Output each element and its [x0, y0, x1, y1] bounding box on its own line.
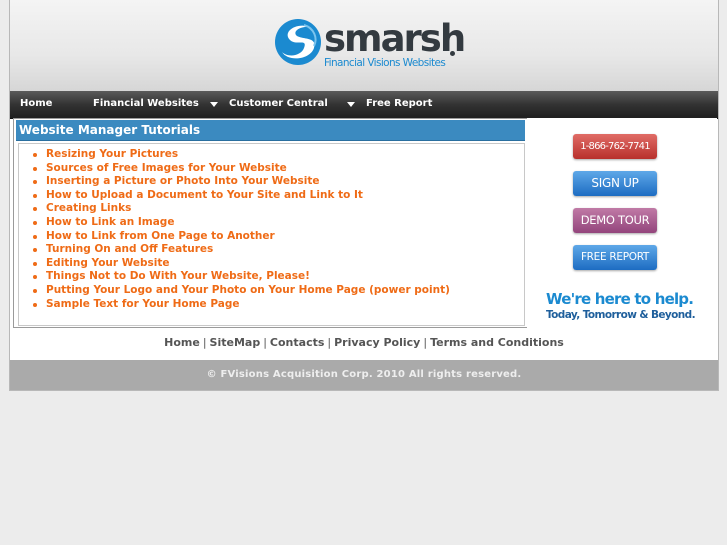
chevron-down-icon[interactable]: [347, 102, 355, 107]
free-report-button[interactable]: FREE REPORT: [573, 245, 657, 270]
tutorial-link[interactable]: Putting Your Logo and Your Photo on Your…: [33, 284, 450, 298]
nav-home[interactable]: Home: [20, 91, 52, 118]
bullet-icon: [33, 180, 37, 185]
help-headline: We're here to help.: [546, 290, 694, 308]
tutorials-list-box: Resizing Your Pictures Sources of Free I…: [18, 143, 525, 326]
separator: |: [263, 336, 267, 349]
page-frame: smarsh Financial Visions Websites Home F…: [9, 0, 719, 391]
sidebar: 1-866-762-7741 SIGN UP DEMO TOUR FREE RE…: [527, 118, 717, 333]
tutorial-link[interactable]: Inserting a Picture or Photo Into Your W…: [33, 175, 450, 189]
bullet-icon: [33, 288, 37, 293]
sign-up-button[interactable]: SIGN UP: [573, 171, 657, 196]
bullet-icon: [33, 166, 37, 171]
tutorial-link[interactable]: Editing Your Website: [33, 257, 450, 271]
chevron-down-icon[interactable]: [210, 102, 218, 107]
bullet-icon: [33, 248, 37, 253]
bullet-icon: [33, 220, 37, 225]
help-subline: Today, Tomorrow & Beyond.: [546, 309, 696, 321]
bullet-icon: [33, 275, 37, 280]
tutorials-panel: Website Manager Tutorials Resizing Your …: [13, 118, 528, 328]
separator: |: [202, 336, 207, 349]
tutorial-link[interactable]: Sample Text for Your Home Page: [33, 298, 450, 312]
tutorial-link[interactable]: How to Link an Image: [33, 216, 450, 230]
footer-link-privacy[interactable]: Privacy Policy: [334, 336, 420, 349]
tutorial-link[interactable]: How to Link from One Page to Another: [33, 230, 450, 244]
header: smarsh Financial Visions Websites: [10, 0, 718, 91]
nav-customer-central[interactable]: Customer Central: [229, 91, 328, 118]
tutorial-link[interactable]: Sources of Free Images for Your Website: [33, 162, 450, 176]
smarsh-logo[interactable]: smarsh Financial Visions Websites: [274, 16, 466, 74]
footer-link-sitemap[interactable]: SiteMap: [210, 336, 261, 349]
demo-tour-button[interactable]: DEMO TOUR: [573, 208, 657, 233]
footer-link-contacts[interactable]: Contacts: [270, 336, 324, 349]
bullet-icon: [33, 234, 37, 239]
footer-link-home[interactable]: Home: [164, 336, 200, 349]
phone-number-button[interactable]: 1-866-762-7741: [573, 134, 657, 159]
footer-links: Home | SiteMap | Contacts | Privacy Policy | Ter…: [10, 336, 718, 349]
nav-free-report[interactable]: Free Report: [366, 91, 432, 118]
separator: |: [423, 336, 428, 349]
panel-title: Website Manager Tutorials: [16, 120, 525, 141]
tutorial-link[interactable]: Things Not to Do With Your Website, Plea…: [33, 270, 450, 284]
bullet-icon: [33, 207, 37, 212]
brand-name: smarsh: [324, 17, 466, 60]
main-nav: Home Financial Websites Customer Central…: [10, 91, 718, 119]
tutorial-link[interactable]: Turning On and Off Features: [33, 243, 450, 257]
bullet-icon: [33, 193, 37, 198]
copyright-bar: © FVisions Acquisition Corp. 2010 All ri…: [10, 360, 718, 390]
brand-dot: [450, 51, 455, 56]
footer-link-terms[interactable]: Terms and Conditions: [430, 336, 564, 349]
bullet-icon: [33, 261, 37, 266]
tutorial-link[interactable]: Creating Links: [33, 202, 450, 216]
bullet-icon: [33, 153, 37, 157]
brand-tagline: Financial Visions Websites: [324, 57, 446, 69]
separator: |: [327, 336, 332, 349]
tutorials-list: Resizing Your Pictures Sources of Free I…: [33, 148, 450, 312]
swirl-logo-icon: [275, 19, 321, 65]
nav-financial-websites[interactable]: Financial Websites: [93, 91, 199, 118]
bullet-icon: [33, 302, 37, 307]
tutorial-link[interactable]: Resizing Your Pictures: [33, 148, 450, 162]
tutorial-link[interactable]: How to Upload a Document to Your Site an…: [33, 189, 450, 203]
